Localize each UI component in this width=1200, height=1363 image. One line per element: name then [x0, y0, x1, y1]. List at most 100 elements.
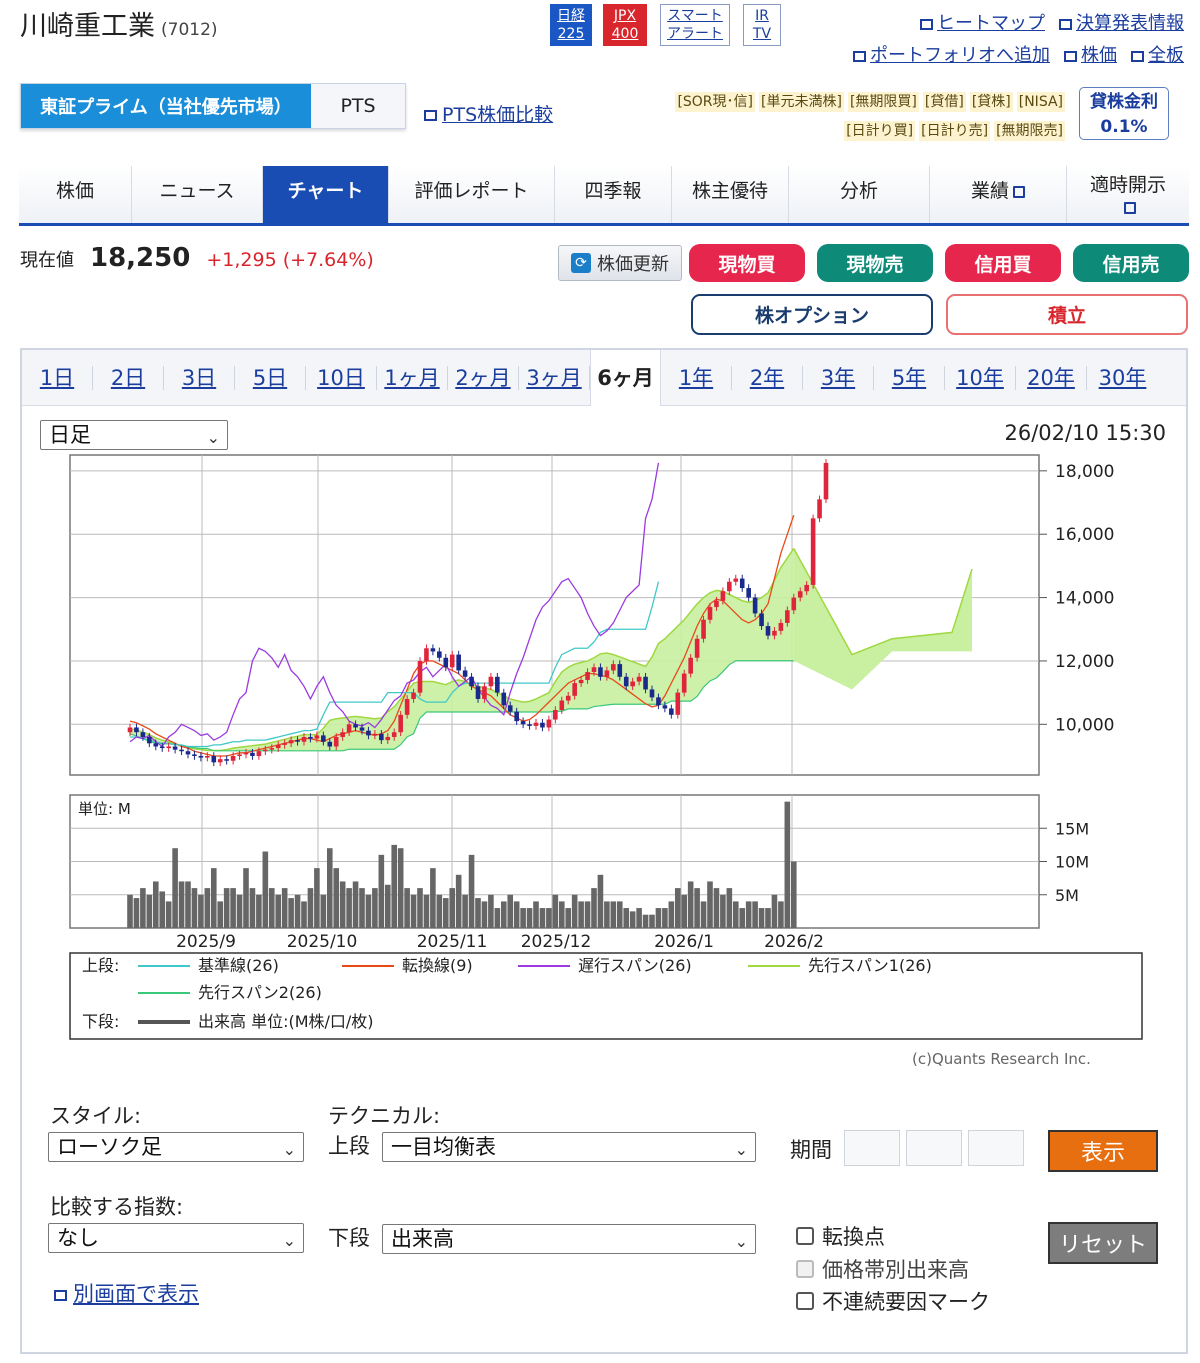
show-button[interactable]: 表示 [1048, 1130, 1158, 1172]
lending-rate-box[interactable]: 貸株金利 0.1% [1079, 87, 1169, 140]
candle-body [147, 736, 152, 744]
upper-technical-select[interactable]: 一目均衡表 ⌄ [382, 1132, 756, 1162]
candle-body [321, 735, 326, 742]
candle-body [398, 714, 403, 733]
nav-shareholder-benefits[interactable]: 株主優待 [672, 166, 789, 223]
stock-option-button[interactable]: 株オプション [691, 294, 933, 335]
volume-bar [301, 901, 307, 928]
style-select[interactable]: ローソク足 ⌄ [48, 1132, 304, 1162]
candle-body [269, 748, 275, 750]
open-new-window-link[interactable]: 別画面で表示 [54, 1278, 199, 1308]
candle-body [340, 732, 345, 737]
candle-body [482, 686, 487, 699]
volume-bar [668, 901, 675, 928]
volume-bar [178, 881, 185, 928]
accumulation-button[interactable]: 積立 [946, 294, 1188, 335]
volume-bar [346, 888, 352, 928]
volume-by-price-checkbox[interactable]: 価格帯別出来高 [796, 1254, 969, 1284]
nav-rating-report[interactable]: 評価レポート [389, 166, 555, 223]
checkbox[interactable] [796, 1292, 814, 1310]
nav-news[interactable]: ニュース [132, 166, 263, 223]
candle-body [694, 638, 700, 658]
candle-body [553, 710, 558, 720]
compare-index-select[interactable]: なし ⌄ [48, 1223, 304, 1253]
volume-bar [133, 898, 140, 928]
volume-bar [378, 854, 385, 928]
full-board-link[interactable]: 全板 [1131, 40, 1184, 72]
nikkei225-badge[interactable]: 日経 225 [550, 4, 592, 46]
candle-body [404, 698, 410, 715]
earnings-info-link[interactable]: 決算発表情報 [1059, 8, 1184, 40]
nav-disclosure[interactable]: 適時開示 [1067, 166, 1189, 223]
candle-body [636, 676, 642, 682]
nav-shikiho[interactable]: 四季報 [555, 166, 672, 223]
pts-compare-link[interactable]: PTS株価比較 [424, 100, 553, 127]
volume-bar [604, 901, 610, 928]
margin-sell-button[interactable]: 信用売 [1073, 244, 1189, 282]
nav-earnings[interactable]: 業績 [930, 166, 1067, 223]
cash-sell-button[interactable]: 現物売 [817, 244, 933, 282]
smart-alert-badge[interactable]: スマート アラート [660, 4, 730, 46]
candle-body [669, 708, 674, 715]
tab-tse-prime[interactable]: 東証プライム（当社優先市場） [21, 84, 311, 128]
candle-body [804, 584, 809, 592]
volume-bar [288, 898, 294, 928]
candle-body [301, 736, 307, 742]
volume-bar [552, 894, 559, 928]
nav-analysis[interactable]: 分析 [789, 166, 930, 223]
candle-body [527, 724, 532, 726]
volume-bar [526, 908, 533, 928]
volume-bar [475, 898, 481, 928]
period-input-year[interactable] [844, 1130, 900, 1166]
main-nav: 株価 ニュース チャート 評価レポート 四季報 株主優待 分析 業績 適時開示 [19, 166, 1189, 226]
heatmap-link[interactable]: ヒートマップ [920, 8, 1045, 40]
lower-technical-select[interactable]: 出来高 ⌄ [382, 1224, 756, 1254]
candle-body [359, 727, 365, 731]
tab-pts[interactable]: PTS [311, 84, 405, 128]
window-icon [424, 110, 437, 121]
jpx400-badge[interactable]: JPX 400 [603, 4, 647, 46]
cash-buy-button[interactable]: 現物買 [689, 244, 805, 282]
discontinuity-mark-checkbox[interactable]: 不連続要因マーク [796, 1286, 990, 1316]
refresh-price-button[interactable]: ⟳ 株価更新 [558, 245, 682, 281]
candle-body [817, 499, 822, 519]
volume-bar [455, 874, 462, 928]
candle-body [159, 746, 165, 749]
candle-body [611, 664, 616, 671]
period-input-day[interactable] [968, 1130, 1024, 1166]
candle-body [456, 654, 461, 671]
turning-point-checkbox[interactable]: 転換点 [796, 1221, 885, 1251]
candle-body [391, 732, 397, 737]
candle-body [546, 719, 552, 728]
nav-stock-price[interactable]: 株価 [19, 166, 132, 223]
price-label: 現在値 [20, 250, 74, 271]
chevron-down-icon: ⌄ [734, 1140, 748, 1159]
stock-price-link[interactable]: 株価 [1064, 40, 1117, 72]
nav-chart[interactable]: チャート [263, 166, 389, 223]
margin-buy-button[interactable]: 信用買 [945, 244, 1061, 282]
company-name: 川崎重工業 (7012) [20, 11, 218, 42]
checkbox[interactable] [796, 1260, 814, 1278]
checkbox[interactable] [796, 1227, 814, 1245]
candle-body [385, 736, 391, 741]
candle-body [514, 711, 519, 722]
candle-body [572, 683, 577, 696]
volume-bar [391, 844, 398, 928]
ir-tv-badge[interactable]: IR TV [743, 4, 781, 46]
x-tick-label: 2026/2 [764, 932, 824, 952]
volume-tick-label: 15M [1055, 819, 1089, 838]
candle-body [533, 722, 539, 726]
chevron-down-icon: ⌄ [734, 1232, 748, 1251]
add-portfolio-link[interactable]: ポートフォリオへ追加 [853, 40, 1050, 72]
volume-bar [784, 801, 791, 928]
reset-button[interactable]: リセット [1048, 1222, 1158, 1264]
candle-body [559, 700, 565, 711]
volume-bar [127, 894, 133, 928]
x-tick-label: 2026/1 [654, 932, 714, 952]
window-icon [1131, 50, 1144, 62]
candle-body [688, 657, 693, 674]
period-input-month[interactable] [906, 1130, 962, 1166]
candle-body [469, 676, 474, 687]
volume-bar [790, 861, 797, 928]
candle-body [649, 689, 655, 698]
